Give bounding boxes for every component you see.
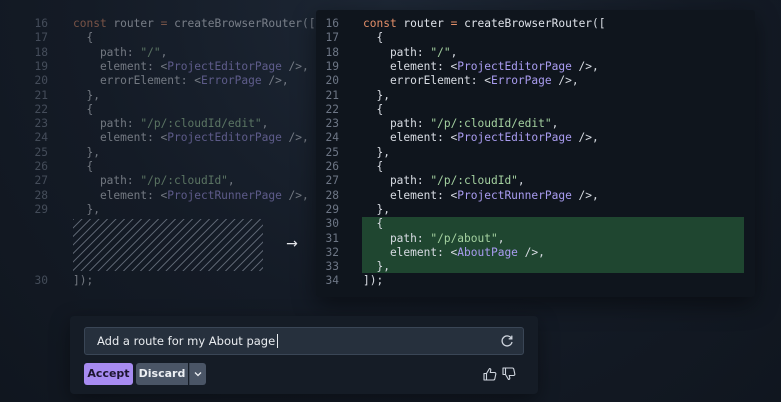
code-text: element: <ProjectEditorPage />,	[73, 131, 309, 145]
code-text: {	[73, 102, 94, 116]
code-text: {	[363, 217, 384, 231]
prompt-input[interactable]: Add a route for my About page	[84, 327, 524, 355]
code-text: },	[363, 88, 390, 102]
line-number: 18	[325, 45, 339, 59]
code-text: const router = createBrowserRouter([	[363, 17, 606, 30]
discard-button[interactable]: Discard	[136, 363, 188, 385]
code-text: errorElement: <ErrorPage />,	[363, 74, 579, 88]
thumbs-down-icon[interactable]	[501, 366, 517, 382]
line-number: 25	[325, 145, 339, 159]
line-number: 22	[34, 102, 48, 116]
line-number: 17	[34, 31, 48, 45]
arrow-right-icon: →	[286, 236, 298, 252]
code-text: errorElement: <ErrorPage />,	[73, 74, 289, 88]
line-number: 16	[34, 17, 48, 30]
proposed-code-pane: 16 const router = createBrowserRouter([ 17…	[316, 10, 755, 297]
prompt-text: Add a route for my About page	[97, 334, 276, 348]
code-text: {	[363, 31, 384, 45]
line-number: 25	[34, 145, 48, 159]
line-number: 26	[325, 160, 339, 173]
discard-options-button[interactable]	[189, 363, 206, 385]
code-text: element: <AboutPage />,	[363, 245, 545, 259]
code-text: const router = createBrowserRouter([	[73, 17, 316, 30]
prompt-input-text: Add a route for my About page	[97, 334, 279, 348]
line-number: 16	[325, 17, 339, 30]
line-number: 27	[34, 174, 48, 188]
refresh-icon[interactable]	[499, 333, 515, 349]
code-text: ]);	[73, 274, 94, 287]
line-number: 28	[325, 188, 339, 202]
line-number: 26	[34, 160, 48, 173]
accept-button[interactable]: Accept	[84, 363, 133, 385]
code-text: path: "/p/:cloudId",	[73, 174, 235, 188]
line-number: 27	[325, 174, 339, 188]
line-number: 23	[34, 117, 48, 131]
chevron-down-icon	[194, 372, 202, 377]
line-number: 34	[325, 274, 339, 288]
line-number: 33	[325, 260, 339, 274]
line-number: 29	[325, 202, 339, 216]
code-text: {	[363, 102, 384, 116]
line-number: 21	[34, 88, 48, 102]
code-text: path: "/p/:cloudId/edit",	[363, 117, 559, 131]
line-number: 24	[34, 131, 48, 145]
code-text: path: "/p/:cloudId/edit",	[73, 117, 269, 131]
code-text: },	[73, 145, 100, 159]
line-number: 29	[34, 202, 48, 216]
line-number: 21	[325, 88, 339, 102]
removed-lines-placeholder	[73, 219, 263, 271]
line-number: 18	[34, 45, 48, 59]
code-text: {	[73, 160, 94, 173]
code-text: },	[73, 202, 100, 216]
code-text: element: <ProjectEditorPage />,	[73, 59, 309, 73]
line-number: 32	[325, 245, 339, 259]
line-number: 20	[325, 74, 339, 88]
code-text: },	[363, 260, 390, 274]
code-text: path: "/p/:cloudId",	[363, 174, 525, 188]
code-text: {	[363, 160, 384, 173]
line-number: 23	[325, 117, 339, 131]
text-caret	[277, 334, 279, 348]
line-number: 17	[325, 31, 339, 45]
code-text: path: "/",	[73, 45, 168, 59]
code-text: {	[73, 31, 94, 45]
code-text: },	[363, 145, 390, 159]
line-number: 20	[34, 74, 48, 88]
line-number: 19	[325, 59, 339, 73]
code-text: path: "/p/about",	[363, 231, 505, 245]
line-number: 31	[325, 231, 339, 245]
thumbs-up-icon[interactable]	[482, 366, 498, 382]
line-number: 30	[34, 274, 48, 287]
code-text: ]);	[363, 274, 384, 288]
code-text: element: <ProjectRunnerPage />,	[73, 188, 309, 202]
line-number: 28	[34, 188, 48, 202]
line-number: 30	[325, 217, 339, 231]
inline-edit-panel: Add a route for my About page Accept Dis…	[70, 316, 538, 394]
line-number: 24	[325, 131, 339, 145]
line-number: 22	[325, 102, 339, 116]
code-text: element: <ProjectEditorPage />,	[363, 59, 599, 73]
line-number: 19	[34, 59, 48, 73]
code-text: element: <ProjectEditorPage />,	[363, 131, 599, 145]
code-text: },	[363, 202, 390, 216]
code-text: },	[73, 88, 100, 102]
code-text: path: "/",	[363, 45, 458, 59]
code-text: element: <ProjectRunnerPage />,	[363, 188, 599, 202]
